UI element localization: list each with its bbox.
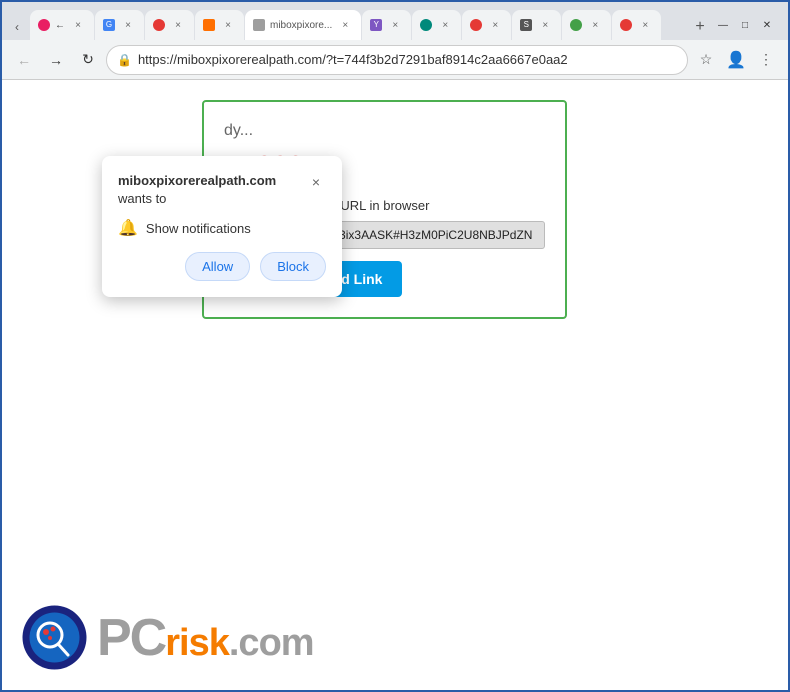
tab-4-close[interactable]: ×: [220, 17, 236, 33]
popup-notification-text: Show notifications: [146, 221, 251, 236]
watermark-text: PC risk .com: [97, 608, 314, 668]
notification-popup: miboxpixorerealpath.com wants to × 🔔 Sho…: [102, 156, 342, 297]
profile-button[interactable]: 👤: [722, 46, 750, 74]
tab-4[interactable]: ×: [195, 10, 244, 40]
watermark-area: PC risk .com: [22, 605, 314, 670]
risk-text: risk: [165, 622, 229, 665]
block-button[interactable]: Block: [260, 252, 326, 281]
popup-actions: Allow Block: [118, 252, 326, 281]
tab-11[interactable]: ×: [612, 10, 661, 40]
address-bar[interactable]: 🔒 https://miboxpixorerealpath.com/?t=744…: [106, 45, 688, 75]
tab-1[interactable]: ← ×: [30, 10, 94, 40]
star-icon: ☆: [700, 51, 713, 68]
tab-7-close[interactable]: ×: [437, 17, 453, 33]
browser-toolbar: ← → ↻ 🔒 https://miboxpixorerealpath.com/…: [2, 40, 788, 80]
tabs-area: ← × G × × × miboxpixore... ×: [30, 10, 682, 40]
pc-logo: [22, 605, 87, 670]
address-text: https://miboxpixorerealpath.com/?t=744f3…: [138, 52, 677, 67]
loading-text: dy...: [224, 122, 545, 140]
allow-button[interactable]: Allow: [185, 252, 250, 281]
popup-header: miboxpixorerealpath.com wants to ×: [118, 172, 326, 208]
new-tab-button[interactable]: +: [688, 14, 712, 40]
back-icon: ←: [17, 52, 31, 68]
tab-10-close[interactable]: ×: [587, 17, 603, 33]
tab-5-active[interactable]: miboxpixore... ×: [245, 10, 361, 40]
more-button[interactable]: ⋮: [752, 46, 780, 74]
popup-title: miboxpixorerealpath.com wants to: [118, 172, 306, 208]
tab-bar: ‹ ← × G × × ×: [2, 2, 788, 40]
tab-3-close[interactable]: ×: [170, 17, 186, 33]
popup-domain: miboxpixorerealpath.com: [118, 173, 276, 188]
popup-close-button[interactable]: ×: [306, 172, 326, 192]
maximize-button[interactable]: □: [736, 16, 754, 34]
secure-icon: 🔒: [117, 53, 132, 67]
tab-8[interactable]: ×: [462, 10, 511, 40]
com-text: .com: [229, 622, 314, 665]
tab-3[interactable]: ×: [145, 10, 194, 40]
toolbar-actions: ☆ 👤 ⋮: [692, 46, 780, 74]
popup-notification-row: 🔔 Show notifications: [118, 218, 326, 238]
pc-logo-svg: [22, 605, 87, 670]
tab-1-close[interactable]: ×: [70, 17, 86, 33]
bell-icon: 🔔: [118, 218, 138, 238]
tab-6-close[interactable]: ×: [387, 17, 403, 33]
browser-frame: ‹ ← × G × × ×: [2, 2, 788, 690]
minimize-button[interactable]: —: [714, 16, 732, 34]
tab-5-close[interactable]: ×: [337, 17, 353, 33]
page-content: dy... s: 2025 Copy and paste the URL in …: [2, 80, 788, 690]
refresh-icon: ↻: [82, 51, 94, 68]
pc-text: PC: [97, 608, 165, 668]
forward-icon: →: [49, 52, 63, 68]
tab-2-close[interactable]: ×: [120, 17, 136, 33]
popup-title-suffix: wants to: [118, 191, 166, 206]
tab-11-close[interactable]: ×: [637, 17, 653, 33]
tab-10[interactable]: ×: [562, 10, 611, 40]
tab-2[interactable]: G ×: [95, 10, 144, 40]
tab-9[interactable]: S ×: [512, 10, 561, 40]
profile-icon: 👤: [726, 50, 746, 70]
window-controls: — □ ✕: [714, 16, 784, 40]
close-button[interactable]: ✕: [758, 16, 776, 34]
tab-6[interactable]: Y ×: [362, 10, 411, 40]
tab-7[interactable]: ×: [412, 10, 461, 40]
tab-9-close[interactable]: ×: [537, 17, 553, 33]
refresh-button[interactable]: ↻: [74, 46, 102, 74]
bookmark-button[interactable]: ☆: [692, 46, 720, 74]
more-icon: ⋮: [759, 51, 773, 68]
tab-8-close[interactable]: ×: [487, 17, 503, 33]
tab-scroll-left[interactable]: ‹: [6, 14, 28, 40]
forward-button[interactable]: →: [42, 46, 70, 74]
back-button[interactable]: ←: [10, 46, 38, 74]
